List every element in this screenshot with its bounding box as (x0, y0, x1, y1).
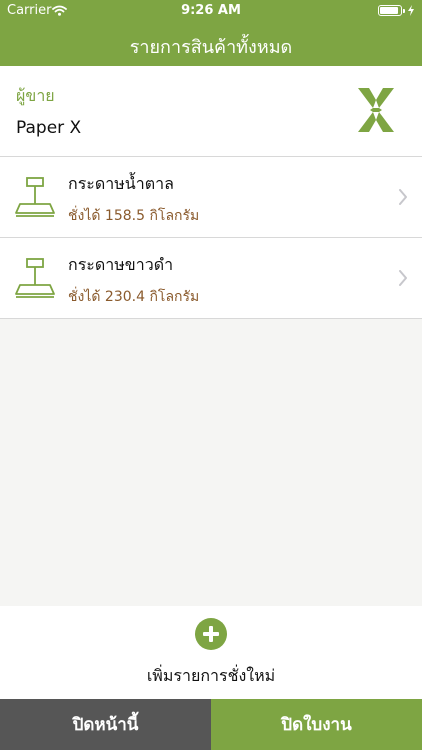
charging-icon (408, 5, 414, 16)
seller-name: Paper X (16, 118, 82, 138)
item-weight: ชั่งได้ 230.4 กิโลกรัม (68, 289, 200, 305)
page-title: รายการสินค้าทั้งหมด (129, 37, 293, 58)
item-name: กระดาษน้ำตาล (68, 174, 174, 193)
add-item-label[interactable]: เพิ่มรายการชั่งใหม่ (0, 664, 422, 689)
chevron-right-icon (399, 270, 407, 286)
battery-body (378, 5, 402, 16)
battery-tip (403, 8, 405, 13)
chevron-right-icon (399, 189, 407, 205)
close-page-button[interactable]: ปิดหน้านี้ (0, 699, 211, 750)
status-bar: Carrier 9:26 AM (0, 0, 422, 22)
close-ticket-button[interactable]: ปิดใบงาน (211, 699, 422, 750)
item-name: กระดาษขาวดำ (68, 255, 174, 274)
list-item[interactable]: กระดาษขาวดำ ชั่งได้ 230.4 กิโลกรัม (0, 238, 422, 319)
battery-icon (378, 5, 414, 16)
scale-icon (15, 258, 55, 298)
seller-label: ผู้ขาย (16, 86, 55, 105)
add-item-button[interactable] (195, 618, 227, 650)
clock: 9:26 AM (181, 3, 241, 18)
header: Carrier 9:26 AM รายการสินค้าทั้งหมด (0, 0, 422, 66)
item-weight: ชั่งได้ 158.5 กิโลกรัม (68, 208, 200, 224)
paper-x-logo-icon (358, 88, 394, 132)
add-section: เพิ่มรายการชั่งใหม่ (0, 606, 422, 699)
scale-icon (15, 177, 55, 217)
list-item[interactable]: กระดาษน้ำตาล ชั่งได้ 158.5 กิโลกรัม (0, 157, 422, 238)
seller-section: ผู้ขาย Paper X (0, 66, 422, 157)
battery-fill (380, 7, 398, 14)
screen: Carrier 9:26 AM รายการสินค้าทั้งหมด ผู้ข… (0, 0, 422, 750)
